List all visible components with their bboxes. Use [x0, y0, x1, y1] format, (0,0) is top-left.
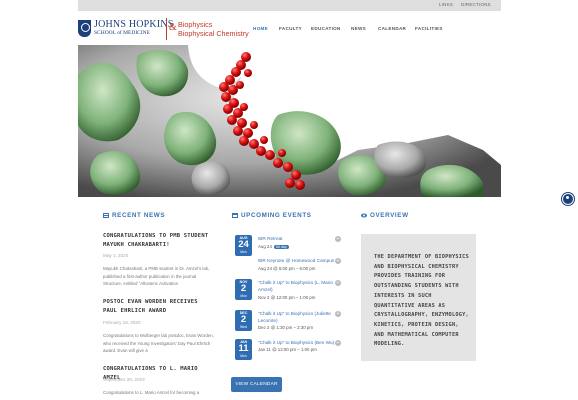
links-link[interactable]: LINKS: [439, 2, 453, 7]
university-name: JOHNS HOPKINS: [94, 19, 174, 30]
utility-bar: LINKS DIRECTIONS: [78, 0, 501, 11]
event-date-tile: NOV 2 Mon: [235, 279, 252, 300]
nav-facilities[interactable]: FACILITIES: [415, 26, 443, 31]
department-name-line1: Biophysics: [178, 20, 213, 29]
nav-home[interactable]: HOME: [253, 26, 268, 31]
event-title[interactable]: "Chalk it Up" to Biophysics (Juliette Le…: [258, 311, 340, 324]
event-item[interactable]: AUG 24 Mon IBR Retreat Aug 24 All day +: [235, 235, 345, 259]
news-date-2: February 18, 2020: [103, 320, 141, 325]
directions-link[interactable]: DIRECTIONS: [461, 2, 491, 7]
add-event-icon[interactable]: +: [335, 236, 341, 242]
event-date-tile: DEC 2 Wed: [235, 310, 252, 331]
hero-protein-image: [78, 45, 501, 197]
calendar-icon: [232, 213, 238, 218]
event-item[interactable]: NOV 2 Mon "Chalk it Up" to Biophysics (L…: [235, 279, 345, 303]
event-time: Dec 2 @ 1:30 pm – 2:30 pm: [258, 325, 313, 330]
event-title[interactable]: IBR Keynote @ Homewood Campus: [258, 258, 340, 265]
department-name-line2: Biophysical Chemistry: [178, 29, 249, 38]
recent-news-heading: RECENT NEWS: [103, 212, 165, 219]
accessibility-icon[interactable]: [562, 193, 574, 205]
event-item[interactable]: JAN 11 Mon "Chalk it Up" to Biophysics (…: [235, 339, 345, 363]
event-date-tile: AUG 24 Mon: [235, 235, 252, 256]
event-time: Aug 24 @ 5:00 pm – 6:00 pm: [258, 266, 316, 271]
event-title[interactable]: "Chalk it Up" to Biophysics (L. Mario Am…: [258, 280, 340, 293]
view-calendar-button[interactable]: VIEW CALENDAR: [231, 377, 282, 392]
add-event-icon[interactable]: +: [335, 258, 341, 264]
add-event-icon[interactable]: +: [335, 311, 341, 317]
protein-surface-illustration: [78, 45, 501, 197]
nav-calendar[interactable]: CALENDAR: [378, 26, 406, 31]
event-title[interactable]: IBR Retreat: [258, 236, 340, 243]
event-date-tile: JAN 11 Mon: [235, 339, 252, 360]
news-headline-1[interactable]: CONGRATULATIONS TO PMB STUDENT MAYUKH CH…: [103, 232, 215, 249]
school-name: SCHOOL of MEDICINE: [94, 30, 151, 36]
news-date-3: September 20, 2019: [103, 377, 145, 382]
nav-news[interactable]: NEWS: [351, 26, 366, 31]
add-event-icon[interactable]: +: [335, 340, 341, 346]
site-header: JOHNS HOPKINS SCHOOL of MEDICINE & Bioph…: [78, 11, 501, 46]
overview-text: THE DEPARTMENT OF BIOPHYSICS AND BIOPHYS…: [374, 254, 469, 348]
news-excerpt-1: Mayukh Chakrabarti, a PMB student in Dr.…: [103, 266, 210, 286]
event-time: Nov 2 @ 12:00 pm – 1:00 pm: [258, 295, 316, 300]
overview-panel: THE DEPARTMENT OF BIOPHYSICS AND BIOPHYS…: [361, 234, 476, 361]
event-item[interactable]: DEC 2 Wed "Chalk it Up" to Biophysics (J…: [235, 310, 345, 334]
nav-faculty[interactable]: FACULTY: [279, 26, 302, 31]
event-item[interactable]: IBR Keynote @ Homewood Campus Aug 24 @ 5…: [235, 257, 345, 281]
event-time: Aug 24 All day: [258, 244, 289, 249]
event-time: Jan 11 @ 12:00 pm – 1:00 pm: [258, 347, 317, 352]
nav-education[interactable]: EDUCATION: [311, 26, 341, 31]
all-day-badge: All day: [273, 245, 289, 249]
news-excerpt-3: Congratulations to L. Mario Amzel for be…: [103, 390, 200, 395]
site-logo[interactable]: JOHNS HOPKINS SCHOOL of MEDICINE & Bioph…: [78, 18, 250, 41]
add-event-icon[interactable]: +: [335, 280, 341, 286]
news-excerpt-2: Congratulations to Wolberger lab postdoc…: [103, 333, 214, 353]
news-date-1: May 1, 2020: [103, 253, 129, 258]
newspaper-icon: [103, 213, 109, 218]
upcoming-events-heading: UPCOMING EVENTS: [232, 212, 312, 219]
overview-heading: OVERVIEW: [361, 212, 409, 219]
jhu-shield-icon: [78, 20, 91, 37]
news-headline-2[interactable]: POSTOC EVAN WORDEN RECEIVES PAUL EHRLICH…: [103, 298, 215, 315]
logo-ampersand: &: [169, 22, 177, 33]
logo-divider: [166, 18, 167, 40]
event-title[interactable]: "Chalk it Up" to Biophysics (Ben Wu): [258, 340, 340, 347]
eye-icon: [361, 213, 367, 218]
